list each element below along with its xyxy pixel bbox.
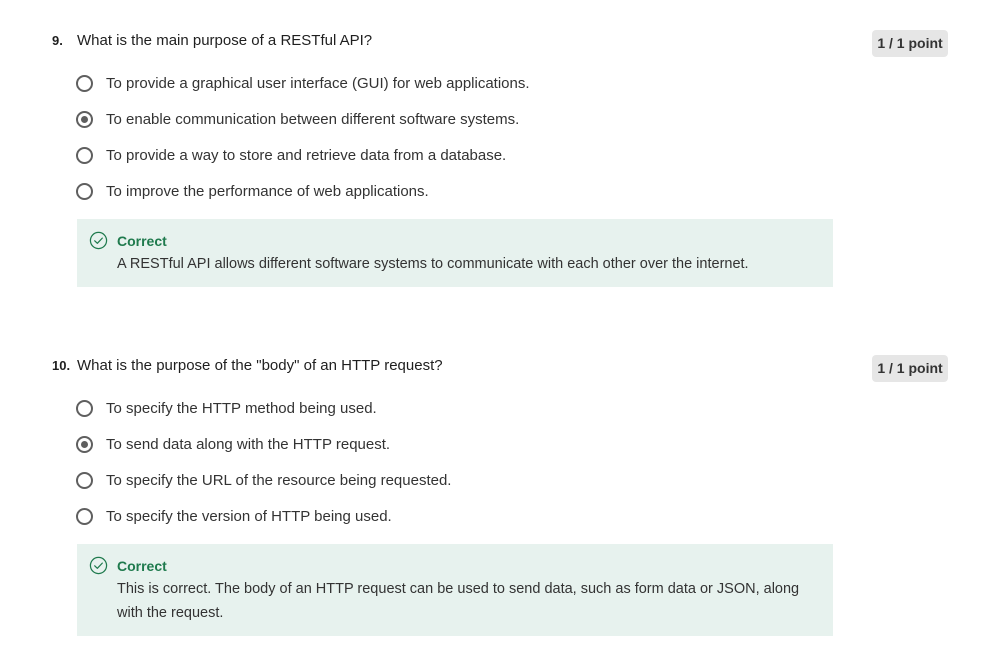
question-text: What is the purpose of the "body" of an … — [77, 357, 443, 374]
check-circle-icon — [89, 231, 108, 250]
radio-button[interactable] — [76, 400, 93, 417]
feedback-panel: Correct This is correct. The body of an … — [77, 544, 833, 636]
question-number: 9. — [52, 33, 63, 48]
radio-button[interactable] — [76, 147, 93, 164]
option-label: To specify the HTTP method being used. — [106, 400, 377, 417]
answer-option[interactable]: To send data along with the HTTP request… — [0, 435, 993, 471]
radio-button[interactable] — [76, 472, 93, 489]
feedback-status: Correct — [117, 558, 167, 574]
radio-button-selected[interactable] — [76, 111, 93, 128]
answer-option[interactable]: To specify the version of HTTP being use… — [0, 507, 993, 543]
answer-option[interactable]: To provide a graphical user interface (G… — [0, 74, 993, 110]
option-label: To send data along with the HTTP request… — [106, 436, 391, 453]
radio-button-selected[interactable] — [76, 436, 93, 453]
answer-option[interactable]: To enable communication between differen… — [0, 110, 993, 146]
answer-option[interactable]: To specify the URL of the resource being… — [0, 471, 993, 507]
feedback-text: A RESTful API allows different software … — [117, 256, 749, 272]
option-label: To specify the URL of the resource being… — [106, 472, 452, 489]
points-badge: 1 / 1 point — [872, 355, 948, 382]
option-label: To improve the performance of web applic… — [106, 183, 429, 200]
option-label: To enable communication between differen… — [106, 111, 520, 128]
check-circle-icon — [89, 556, 108, 575]
answer-option[interactable]: To specify the HTTP method being used. — [0, 399, 993, 435]
answer-options: To provide a graphical user interface (G… — [0, 74, 993, 218]
quiz-review-page: 9. What is the main purpose of a RESTful… — [0, 0, 993, 668]
radio-button[interactable] — [76, 75, 93, 92]
option-label: To provide a way to store and retrieve d… — [106, 147, 507, 164]
feedback-panel: Correct A RESTful API allows different s… — [77, 219, 833, 287]
feedback-text: This is correct. The body of an HTTP req… — [117, 581, 800, 621]
question-header: 10. What is the purpose of the "body" of… — [0, 355, 993, 382]
radio-button[interactable] — [76, 183, 93, 200]
answer-option[interactable]: To provide a way to store and retrieve d… — [0, 146, 993, 182]
points-badge: 1 / 1 point — [872, 30, 948, 57]
question-header: 9. What is the main purpose of a RESTful… — [0, 30, 993, 57]
answer-option[interactable]: To improve the performance of web applic… — [0, 182, 993, 218]
option-label: To specify the version of HTTP being use… — [106, 508, 392, 525]
radio-button[interactable] — [76, 508, 93, 525]
option-label: To provide a graphical user interface (G… — [106, 75, 530, 92]
feedback-status: Correct — [117, 233, 167, 249]
answer-options: To specify the HTTP method being used. T… — [0, 399, 993, 543]
question-text: What is the main purpose of a RESTful AP… — [77, 32, 373, 49]
question-number: 10. — [52, 358, 71, 373]
